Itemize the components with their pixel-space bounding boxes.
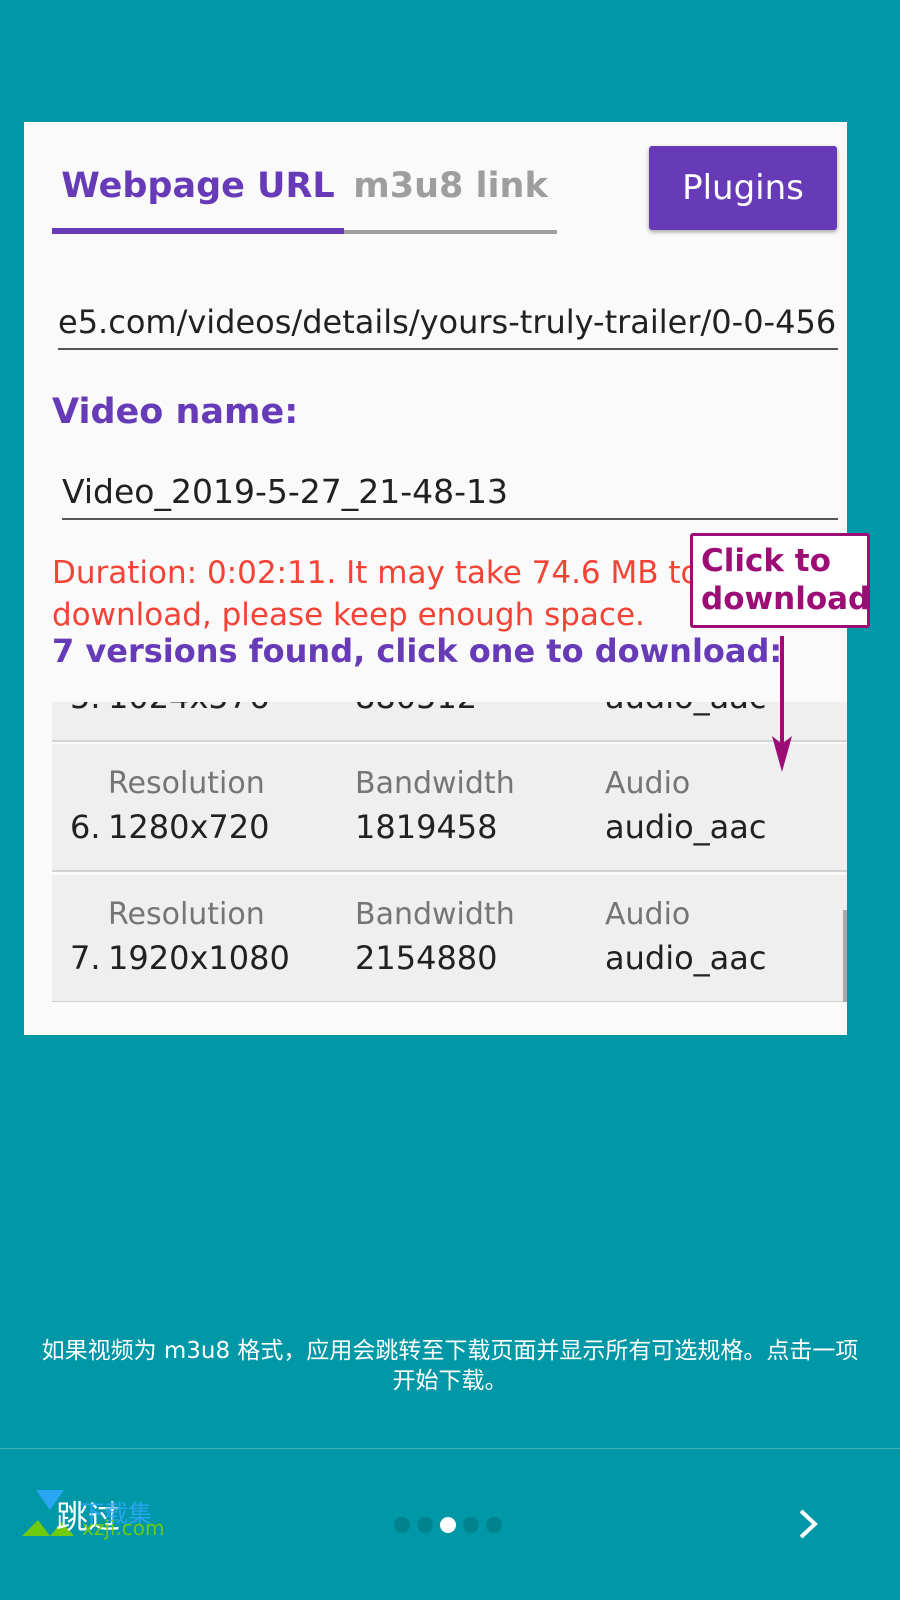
bandwidth-value: 2154880 [355,939,498,977]
version-row[interactable]: 7. Resolution 1920x1080 Bandwidth 215488… [52,875,847,1002]
page-dot[interactable] [440,1517,456,1533]
bandwidth-label: Bandwidth [355,766,515,801]
page-dot[interactable] [463,1517,479,1533]
watermark-domain: xzji.com [82,1516,165,1540]
footer-divider [0,1448,900,1449]
tab-bar: Webpage URL m3u8 link [52,150,557,234]
row-index: 5. [70,702,101,716]
bandwidth-value: 880512 [355,702,477,716]
bandwidth-label: Bandwidth [355,897,515,932]
audio-value: audio_aac [605,808,767,846]
row-index: 7. [70,939,101,977]
version-row[interactable]: 5. Resolution 1024x576 Bandwidth 880512 … [52,702,847,742]
audio-value: audio_aac [605,702,766,716]
page-indicator [394,1517,502,1533]
version-row[interactable]: 6. Resolution 1280x720 Bandwidth 1819458… [52,744,847,872]
tab-m3u8-link[interactable]: m3u8 link [344,150,557,234]
audio-label: Audio [605,766,691,801]
page-dot[interactable] [394,1517,410,1533]
versions-found-text: 7 versions found, click one to download: [52,632,783,670]
plugins-button[interactable]: Plugins [649,146,837,230]
bandwidth-value: 1819458 [355,808,498,846]
version-list[interactable]: 5. Resolution 1024x576 Bandwidth 880512 … [52,702,847,1002]
resolution-value: 1024x576 [108,702,269,716]
arrow-down-icon [772,636,792,772]
audio-value: audio_aac [605,939,767,977]
duration-text: Duration: 0:02:11. It may take 74.6 MB t… [52,555,700,633]
resolution-value: 1920x1080 [108,939,290,977]
video-name-input[interactable]: Video_2019-5-27_21-48-13 [62,462,838,520]
row-index: 6. [70,808,101,846]
tab-webpage-url[interactable]: Webpage URL [52,150,344,234]
click-to-download-callout: Click to download [690,533,870,628]
chevron-right-icon[interactable] [796,1508,822,1540]
resolution-label: Resolution [108,766,265,801]
resolution-label: Resolution [108,897,265,932]
video-name-label: Video name: [52,392,299,432]
list-scrollbar[interactable] [843,910,847,1002]
page-dot[interactable] [417,1517,433,1533]
resolution-value: 1280x720 [108,808,270,846]
url-input[interactable]: e5.com/videos/details/yours-truly-traile… [58,292,838,350]
page-dot[interactable] [486,1517,502,1533]
audio-label: Audio [605,897,691,932]
caption-text: 如果视频为 m3u8 格式，应用会跳转至下载页面并显示所有可选规格。点击一项开始… [41,1338,859,1394]
